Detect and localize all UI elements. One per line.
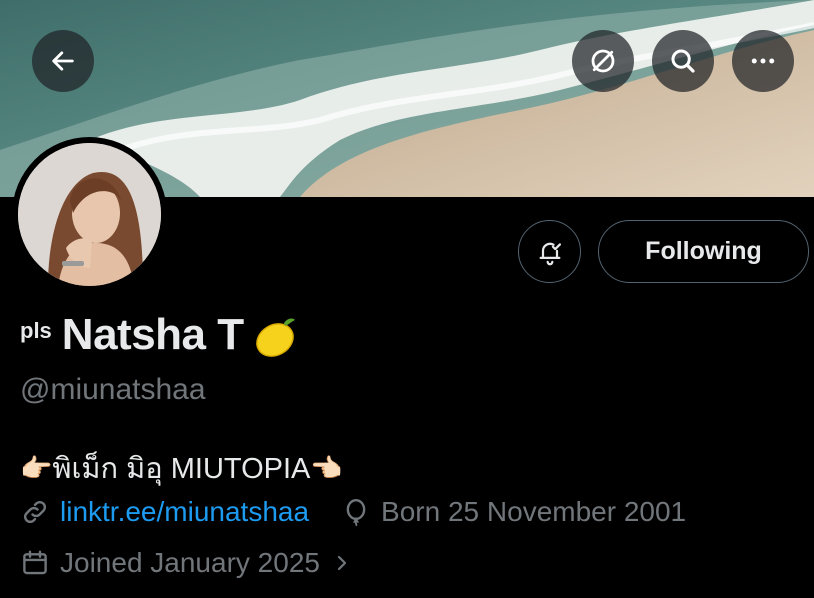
lemon-emoji-icon — [255, 318, 295, 357]
arrow-left-icon — [52, 51, 74, 71]
bell-check-icon — [539, 242, 561, 265]
bio: 👉🏻 พิเม็ก มิอุ MIUTOPIA 👈🏻 — [20, 445, 343, 491]
search-button[interactable] — [652, 30, 714, 92]
profile-meta-row: linktr.ee/miunatshaa Born 25 November 20… — [20, 496, 686, 528]
back-button[interactable] — [32, 30, 94, 92]
grok-button[interactable] — [572, 30, 634, 92]
birthday-text: Born 25 November 2001 — [381, 496, 687, 527]
user-handle: @miunatshaa — [20, 373, 206, 406]
balloon-icon — [346, 498, 366, 527]
avatar[interactable] — [12, 137, 167, 292]
display-name-row: pls Natsha T — [20, 310, 298, 360]
bio-text: พิเม็ก มิอุ MIUTOPIA — [52, 453, 311, 485]
name-prefix: pls — [20, 318, 52, 343]
grok-icon — [591, 49, 615, 73]
display-name: Natsha T — [61, 310, 244, 359]
bio-left-emoji: 👉🏻 — [20, 452, 53, 483]
notifications-button[interactable] — [518, 220, 581, 283]
avatar-image — [18, 143, 161, 286]
joined-text: Joined January 2025 — [60, 547, 320, 578]
following-button[interactable]: Following — [598, 220, 809, 283]
search-icon — [671, 49, 695, 73]
more-icon — [751, 58, 775, 64]
more-button[interactable] — [732, 30, 794, 92]
link-icon — [23, 500, 47, 524]
calendar-icon — [23, 550, 47, 575]
bio-right-emoji: 👈🏻 — [310, 452, 343, 483]
chevron-right-icon — [337, 555, 347, 571]
joined-row[interactable]: Joined January 2025 — [20, 547, 354, 579]
profile-link[interactable]: linktr.ee/miunatshaa — [60, 496, 309, 528]
